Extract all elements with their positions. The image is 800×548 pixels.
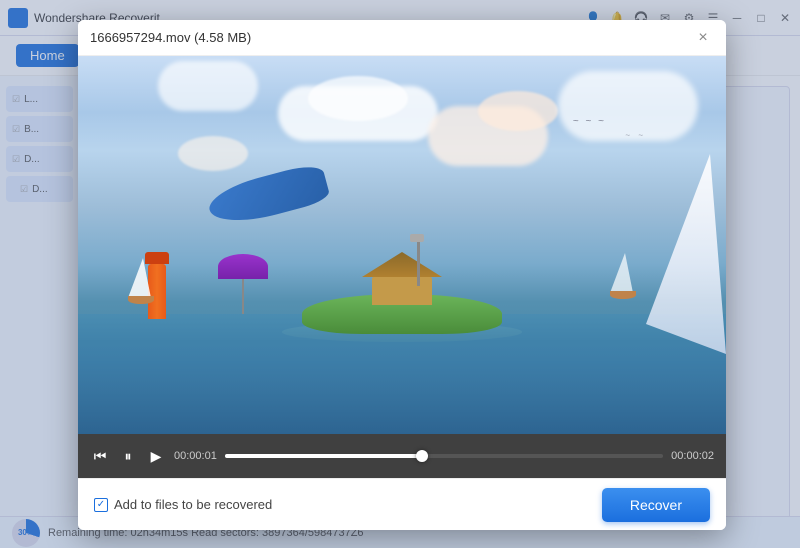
video-preview-area: ~ ~ ~ ~ ~ xyxy=(78,56,726,434)
sailboat-sail-right xyxy=(610,253,633,293)
add-to-recovery-area: Add to files to be recovered xyxy=(94,497,590,512)
sailboat-left xyxy=(128,258,154,304)
video-progress-fill xyxy=(225,454,422,458)
preview-modal: 1666957294.mov (4.58 MB) × ~ ~ ~ ~ ~ xyxy=(78,20,726,530)
large-sail xyxy=(646,154,726,354)
sailboat-hull-left xyxy=(128,296,154,304)
video-progress-bar[interactable] xyxy=(225,454,663,458)
modal-close-button[interactable]: × xyxy=(692,27,714,49)
lamp-post xyxy=(417,241,420,286)
large-sail-canvas xyxy=(646,154,726,354)
video-progress-thumb[interactable] xyxy=(416,450,428,462)
current-time-label: 00:00:01 xyxy=(174,450,217,462)
cloud-6 xyxy=(158,61,258,111)
sailboat-sail-left xyxy=(128,258,151,298)
play-icon[interactable]: ▶ xyxy=(146,446,166,466)
sailboat-hull-right xyxy=(610,291,636,299)
modal-title: 1666957294.mov (4.58 MB) xyxy=(90,30,692,45)
modal-title-bar: 1666957294.mov (4.58 MB) × xyxy=(78,20,726,56)
island xyxy=(292,254,512,334)
rewind-icon[interactable]: ⏮ xyxy=(90,446,110,466)
recover-button[interactable]: Recover xyxy=(602,488,710,522)
pause-icon[interactable]: ⏸ xyxy=(118,446,138,466)
birds-decoration-2: ~ ~ xyxy=(625,131,646,140)
add-to-recovery-checkbox[interactable] xyxy=(94,498,108,512)
whale-body xyxy=(205,161,331,231)
sailboat-right xyxy=(610,253,636,299)
cloud-7 xyxy=(178,136,248,171)
cloud-2 xyxy=(308,76,408,121)
hut-roof xyxy=(362,252,442,277)
add-to-recovery-label: Add to files to be recovered xyxy=(114,497,272,512)
hut-body xyxy=(372,277,432,305)
video-controls-bar: ⏮ ⏸ ▶ 00:00:01 00:00:02 xyxy=(78,434,726,478)
birds-decoration: ~ ~ ~ xyxy=(573,116,606,127)
modal-footer: Add to files to be recovered Recover xyxy=(78,478,726,530)
whale-decoration xyxy=(208,176,328,226)
umbrella xyxy=(218,254,268,314)
total-time-label: 00:00:02 xyxy=(671,450,714,462)
umbrella-pole xyxy=(242,279,244,314)
lamp-head xyxy=(410,234,424,242)
hut xyxy=(362,252,442,302)
umbrella-top xyxy=(218,254,268,279)
cloud-4 xyxy=(478,91,558,131)
